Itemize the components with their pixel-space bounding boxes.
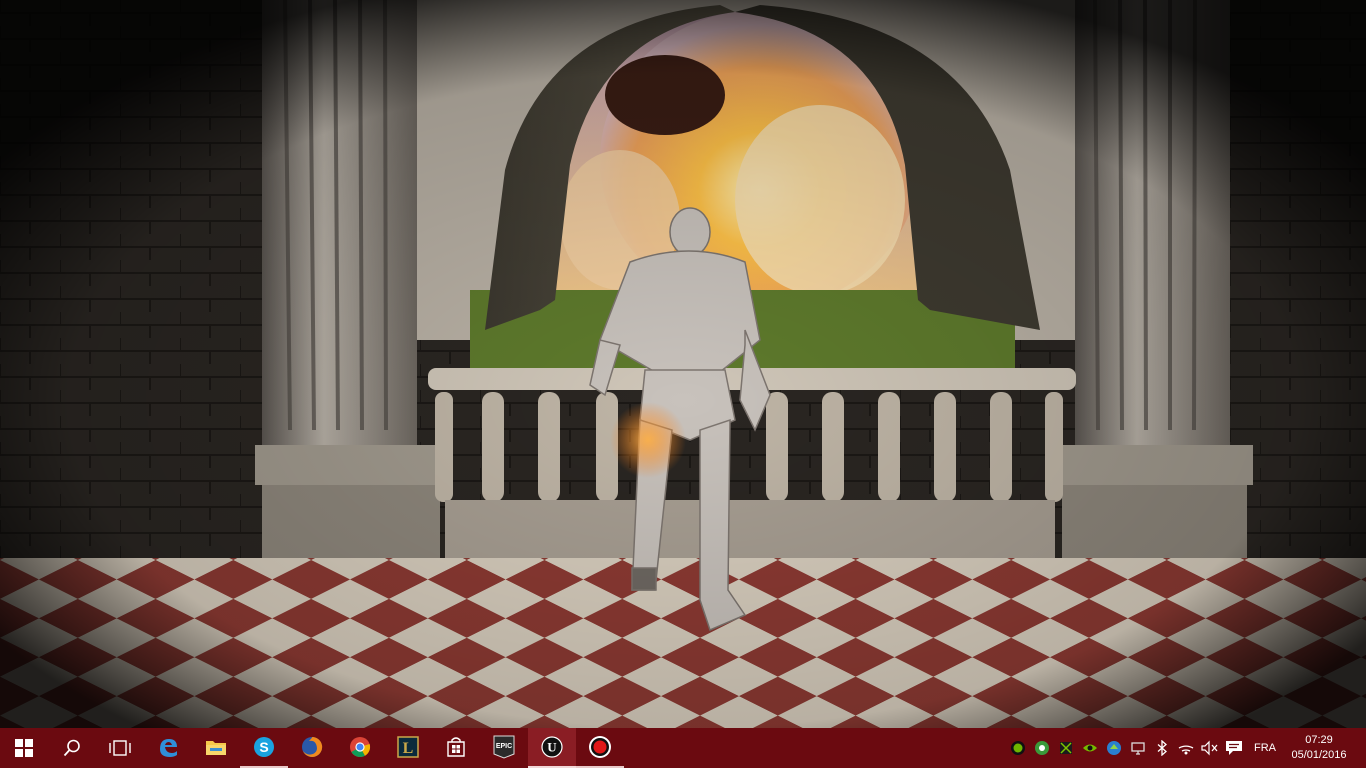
chrome-icon xyxy=(350,737,371,758)
tray-wifi[interactable] xyxy=(1174,728,1198,768)
tray-sync[interactable] xyxy=(1030,728,1054,768)
svg-text:U: U xyxy=(547,740,557,755)
taskbar-file-explorer[interactable] xyxy=(192,728,240,768)
task-view-icon xyxy=(109,740,131,756)
taskbar-firefox[interactable] xyxy=(288,728,336,768)
input-language[interactable]: FRA xyxy=(1246,742,1284,754)
clock-time: 07:29 xyxy=(1305,734,1333,746)
clock[interactable]: 07:29 05/01/2016 xyxy=(1284,728,1354,768)
svg-text:L: L xyxy=(403,740,414,757)
taskbar-epic-games[interactable]: EPIC xyxy=(480,728,528,768)
wifi-icon xyxy=(1178,745,1194,755)
unreal-icon: U xyxy=(541,736,563,758)
tray-network-share[interactable] xyxy=(1102,728,1126,768)
taskbar-chrome[interactable] xyxy=(336,728,384,768)
epic-icon: EPIC xyxy=(493,735,515,759)
app-tray-icon xyxy=(1060,742,1072,754)
skype-icon: S xyxy=(254,737,274,757)
svg-text:EPIC: EPIC xyxy=(496,743,512,750)
windows-logo-icon xyxy=(15,739,33,757)
tray-action-center[interactable] xyxy=(1222,728,1246,768)
game-scene xyxy=(0,0,1366,728)
display-icon xyxy=(1131,742,1145,755)
tray-volume[interactable] xyxy=(1198,728,1222,768)
folder-icon xyxy=(206,741,226,755)
tray-nvidia[interactable] xyxy=(1078,728,1102,768)
store-icon xyxy=(447,737,465,757)
tray-nvidia-experience[interactable] xyxy=(1006,728,1030,768)
sync-icon xyxy=(1035,741,1049,755)
search-button[interactable] xyxy=(48,728,96,768)
edge-icon xyxy=(160,739,177,757)
tray-bluetooth[interactable] xyxy=(1150,728,1174,768)
tray-display[interactable] xyxy=(1126,728,1150,768)
action-center-icon xyxy=(1226,741,1242,755)
record-icon xyxy=(589,736,611,758)
taskbar-screen-recorder[interactable] xyxy=(576,728,624,768)
tray-app[interactable] xyxy=(1054,728,1078,768)
show-desktop-button[interactable] xyxy=(1354,728,1366,768)
nvidia-icon xyxy=(1083,744,1097,752)
system-tray: FRA 07:29 05/01/2016 xyxy=(1006,728,1366,768)
game-viewport[interactable] xyxy=(0,0,1366,728)
taskbar-skype[interactable]: S xyxy=(240,728,288,768)
firefox-icon xyxy=(302,736,323,757)
network-share-icon xyxy=(1107,741,1121,755)
taskbar-league-of-legends[interactable]: L xyxy=(384,728,432,768)
start-button[interactable] xyxy=(0,728,48,768)
search-icon xyxy=(63,739,80,757)
taskbar-edge[interactable] xyxy=(144,728,192,768)
volume-muted-icon xyxy=(1201,740,1218,756)
bluetooth-icon xyxy=(1157,740,1167,756)
clock-date: 05/01/2016 xyxy=(1291,749,1347,761)
taskbar: S L EPIC U FRA 07:29 05/01/2016 xyxy=(0,728,1366,768)
task-view-button[interactable] xyxy=(96,728,144,768)
vignette xyxy=(0,0,1366,728)
league-icon: L xyxy=(397,736,419,758)
taskbar-unreal-engine[interactable]: U xyxy=(528,728,576,768)
svg-text:S: S xyxy=(259,739,268,755)
taskbar-store[interactable] xyxy=(432,728,480,768)
nvidia-geforce-icon xyxy=(1011,741,1025,755)
